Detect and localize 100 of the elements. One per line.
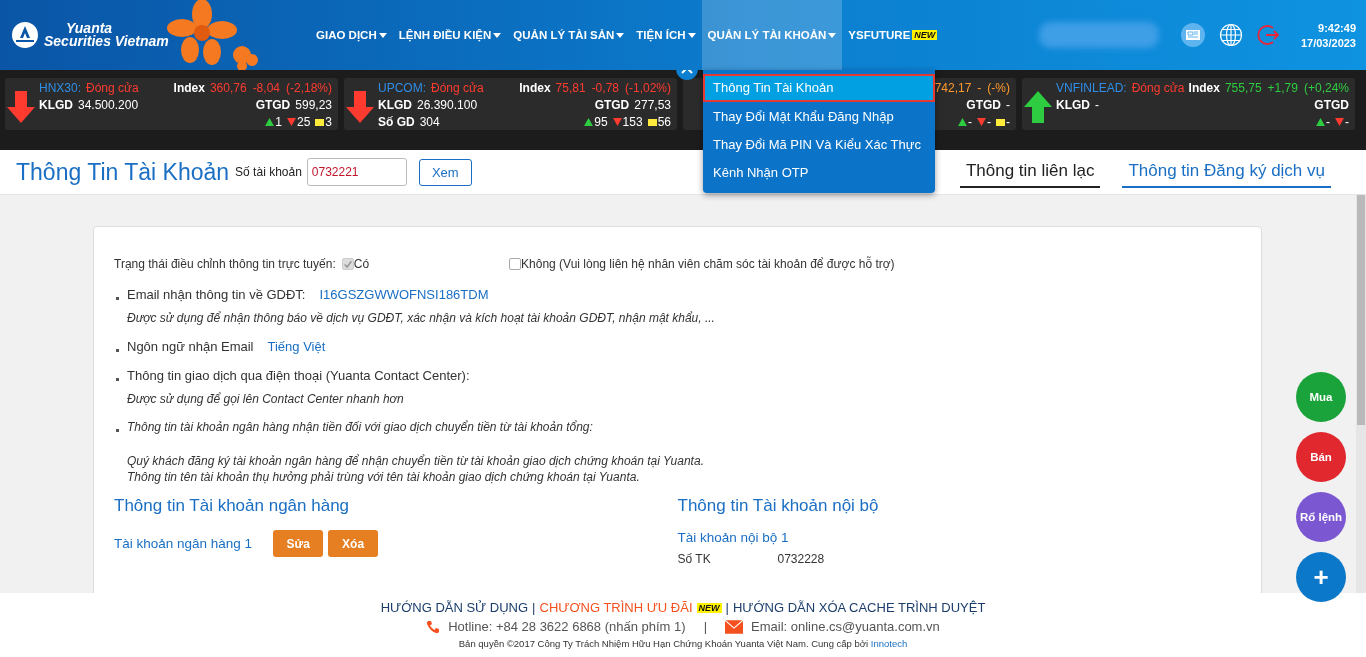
down-triangle-icon	[612, 118, 622, 126]
unchanged-count: 56	[657, 115, 671, 129]
bullet-icon	[116, 297, 119, 300]
trade-value: -	[1006, 98, 1010, 112]
status-label: Trạng thái điều chỉnh thông tin trực tuyến:	[114, 257, 336, 271]
nav-menu-item[interactable]: YSFUTURE NEW	[842, 0, 944, 70]
caret-icon	[493, 32, 502, 38]
mail-icon	[725, 619, 743, 634]
bullet-icon	[116, 349, 119, 352]
unchanged-square-icon	[996, 118, 1005, 126]
decliners-count: -	[987, 115, 991, 129]
bullet-icon	[116, 429, 119, 432]
email-text: Email: online.cs@yuanta.com.vn	[751, 619, 940, 634]
bullet-icon	[116, 378, 119, 381]
phone-icon	[426, 619, 441, 634]
nav-menu-item[interactable]: TIỆN ÍCH	[630, 0, 702, 70]
up-triangle-icon	[265, 118, 275, 126]
footer-link[interactable]: CHƯƠNG TRÌNH ƯU ĐÃI	[539, 600, 693, 615]
checkbox-label: Có	[353, 257, 370, 271]
globe-icon[interactable]	[1218, 23, 1243, 47]
floating-action-button[interactable]: Mua	[1296, 372, 1346, 422]
scrollbar[interactable]	[1356, 195, 1366, 593]
decliners-count: 25	[296, 115, 311, 129]
view-button[interactable]: Xem	[418, 158, 472, 186]
index-value: 755,75	[1224, 81, 1262, 95]
checkbox-label: Không (Vui lòng liên hệ nhân viên chăm sóc tài khoản để được hỗ trợ)	[521, 257, 895, 271]
decliners-count: -	[1345, 115, 1349, 129]
trade-value: 599,23	[295, 98, 332, 112]
account-number-field[interactable]: 0732221	[306, 158, 407, 186]
info-label: Thông tin tài khoản ngân hàng nhận tiền đối với giao dịch chuyển tiền từ tài khoản tổng:	[127, 420, 593, 434]
nav-menu-item[interactable]: GIAO DỊCH	[310, 0, 393, 70]
separator: |	[703, 619, 707, 634]
caret-icon	[616, 32, 625, 38]
value-label: GTGD	[594, 98, 630, 112]
footer-link[interactable]: HƯỚNG DẪN SỬ DỤNG	[380, 600, 529, 615]
separator: |	[532, 600, 536, 615]
clock-time: 9:42:49	[1318, 21, 1356, 34]
volume-label: KLGD	[39, 98, 73, 112]
trades-value: 304	[419, 115, 440, 129]
dropdown-menu-item[interactable]: Thông Tin Tài Khoản	[703, 74, 935, 102]
caret-icon	[828, 32, 837, 38]
dropdown-menu-item[interactable]: Thay Đổi Mật Khẩu Đăng Nhập	[703, 103, 935, 131]
floating-action-button[interactable]: Bán	[1296, 432, 1346, 482]
index-value: 742,17	[934, 81, 972, 95]
info-label: Email nhận thông tin về GDĐT:	[127, 287, 306, 302]
advancers-count: -	[1326, 115, 1330, 129]
info-note: Quý khách đăng ký tài khoản ngân hàng để nhận chuyển tiền từ tài khoản giao dịch chứng khoán tại Yuanta.	[127, 454, 705, 468]
field-value: 0732228	[777, 552, 825, 566]
dropdown-menu-item[interactable]: Kênh Nhận OTP	[703, 159, 935, 187]
info-value: Tiếng Việt	[267, 339, 326, 354]
floating-action-button[interactable]: Rổ lệnh	[1296, 492, 1346, 542]
bank-account-name: Tài khoản ngân hàng 1	[114, 536, 253, 551]
index-percent: (+0,24%	[1303, 81, 1349, 95]
trade-value: 277,53	[634, 98, 671, 112]
footer-link[interactable]: HƯỚNG DẪN XÓA CACHE TRÌNH DUYỆT	[732, 600, 986, 615]
separator: |	[725, 600, 729, 615]
info-note: Được sử dụng để nhận thông báo về dịch vụ GDĐT, xác nhận và kích hoạt tài khoản GDĐT, nhận mật khẩu, ...	[127, 311, 716, 325]
floating-action-button[interactable]: +	[1296, 552, 1346, 602]
index-percent: (-%)	[987, 81, 1010, 95]
nav-menu-item[interactable]: LỆNH ĐIỀU KIỆN	[392, 0, 508, 70]
value-label: GTGD	[1314, 98, 1349, 112]
checkbox[interactable]	[509, 258, 522, 270]
up-triangle-icon	[584, 118, 594, 126]
tab[interactable]: Thông tin liên lạc	[959, 156, 1101, 188]
index-change: +1,79	[1267, 81, 1298, 95]
index-value: 75,81	[555, 81, 586, 95]
logout-icon[interactable]	[1256, 23, 1281, 47]
nav-menu-item[interactable]: QUẢN LÝ TÀI KHOẢN	[701, 0, 843, 70]
index-name: VNFINLEAD:	[1056, 81, 1127, 95]
info-label: Ngôn ngữ nhận Email	[127, 339, 254, 354]
index-percent: (-2,18%)	[286, 81, 332, 95]
provider-link[interactable]: Innotech	[870, 638, 908, 649]
decliners-count: 153	[622, 115, 643, 129]
info-label: Thông tin giao dịch qua điện thoại (Yuanta Contact Center):	[127, 368, 470, 383]
down-triangle-icon	[977, 118, 986, 126]
nav-menu-item[interactable]: QUẢN LÝ TÀI SẢN	[507, 0, 631, 70]
bank-action-button[interactable]: Xóa	[328, 530, 379, 557]
volume-value: 34.500.200	[78, 98, 139, 112]
up-triangle-icon	[958, 118, 967, 126]
copyright-text: Bản quyền ©2017 Công Ty Trách Nhiệm Hữu Hạn Chứng Khoán Yuanta Việt Nam. Cung cấp bởi Innotech	[458, 638, 908, 649]
newspaper-icon[interactable]	[1180, 23, 1205, 47]
volume-value: 26.390.100	[417, 98, 478, 112]
dropdown-menu-item[interactable]: Thay Đổi Mã PIN Và Kiểu Xác Thực	[703, 131, 935, 159]
value-label: GTGD	[966, 98, 1001, 112]
info-note: Thông tin tên tài khoản thụ hưởng phải trùng với tên tài khoản giao dịch chứng khoán tại Yuanta.	[127, 470, 641, 484]
volume-label: KLGD	[378, 98, 412, 112]
down-triangle-icon	[1335, 118, 1344, 126]
info-value: I16GSZGWWOFNSI186TDM	[319, 287, 489, 302]
caret-icon	[687, 32, 696, 38]
down-triangle-icon	[286, 118, 296, 126]
index-change: -	[977, 81, 982, 95]
unchanged-square-icon	[647, 118, 657, 126]
bank-action-button[interactable]: Sửa	[273, 530, 324, 557]
volume-value: -	[1095, 98, 1099, 112]
clock-date: 17/03/2023	[1300, 36, 1356, 49]
new-badge: NEW	[696, 602, 722, 613]
advancers-count: 95	[594, 115, 608, 129]
index-label: Index	[519, 81, 551, 95]
tab[interactable]: Thông tin Đăng ký dịch vụ	[1122, 156, 1331, 188]
unchanged-count: -	[1006, 115, 1010, 129]
